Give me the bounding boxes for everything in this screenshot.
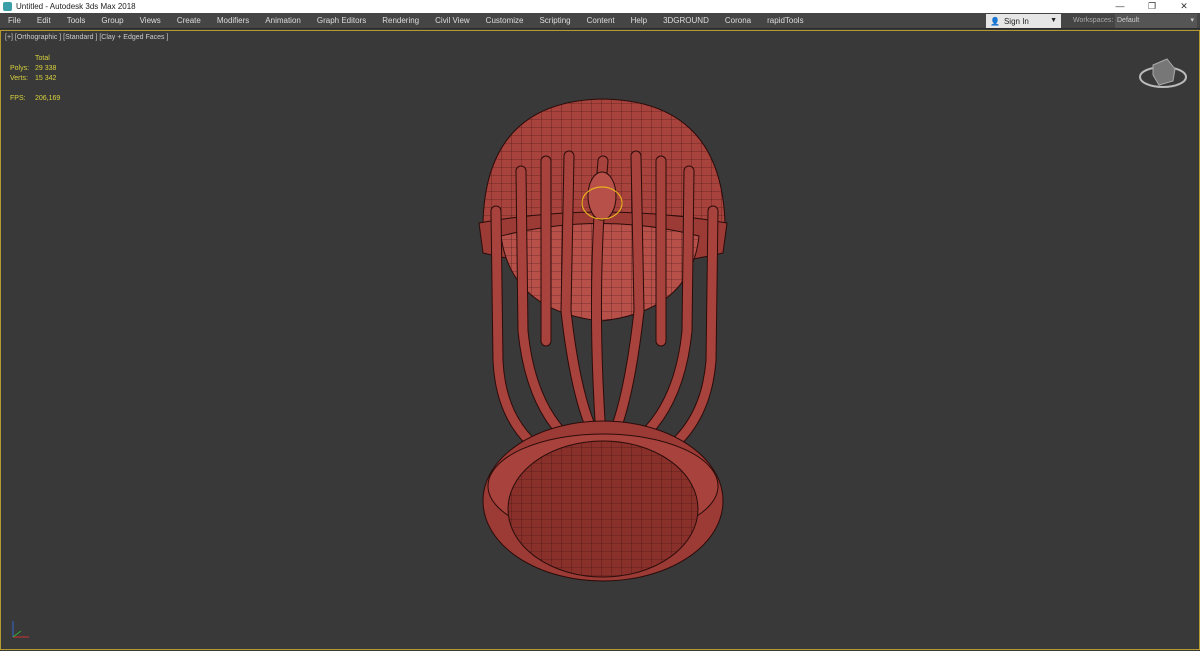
app-logo-icon [3, 2, 12, 11]
workspaces-label: Workspaces: [1073, 17, 1114, 24]
menu-edit[interactable]: Edit [29, 13, 59, 29]
lamp-model[interactable] [1, 31, 1200, 651]
menu-rapidtools[interactable]: rapidTools [759, 13, 811, 29]
workspaces-select[interactable]: Default ▾ [1115, 14, 1197, 28]
axis-tripod-icon [12, 621, 29, 638]
title-bar: Untitled - Autodesk 3ds Max 2018 — ❐ ✕ [0, 0, 1200, 13]
viewport-perspective[interactable]: [+] [Orthographic ] [Standard ] [Clay + … [0, 30, 1200, 650]
restore-button[interactable]: ❐ [1136, 0, 1168, 13]
menu-content[interactable]: Content [579, 13, 623, 29]
chevron-down-icon: ▼ [1050, 17, 1057, 24]
menu-tools[interactable]: Tools [59, 13, 94, 29]
sign-in-button[interactable]: 👤 Sign In ▼ [986, 14, 1061, 28]
menu-views[interactable]: Views [132, 13, 169, 29]
window-title: Untitled - Autodesk 3ds Max 2018 [16, 2, 136, 11]
close-button[interactable]: ✕ [1168, 0, 1200, 13]
menu-customize[interactable]: Customize [478, 13, 532, 29]
menu-graph-editors[interactable]: Graph Editors [309, 13, 374, 29]
menu-rendering[interactable]: Rendering [374, 13, 427, 29]
menu-file[interactable]: File [0, 13, 29, 29]
menu-create[interactable]: Create [169, 13, 209, 29]
chevron-down-icon: ▾ [1190, 17, 1194, 24]
user-icon: 👤 [990, 16, 1000, 26]
menu-animation[interactable]: Animation [257, 13, 309, 29]
menu-modifiers[interactable]: Modifiers [209, 13, 257, 29]
menu-3dground[interactable]: 3DGROUND [655, 13, 717, 29]
menu-civil-view[interactable]: Civil View [427, 13, 478, 29]
minimize-button[interactable]: — [1104, 0, 1136, 13]
workspaces-value: Default [1117, 17, 1140, 24]
menu-scripting[interactable]: Scripting [531, 13, 578, 29]
menu-group[interactable]: Group [93, 13, 131, 29]
menu-corona[interactable]: Corona [717, 13, 759, 29]
sign-in-label: Sign In [1003, 16, 1029, 26]
menu-help[interactable]: Help [623, 13, 655, 29]
